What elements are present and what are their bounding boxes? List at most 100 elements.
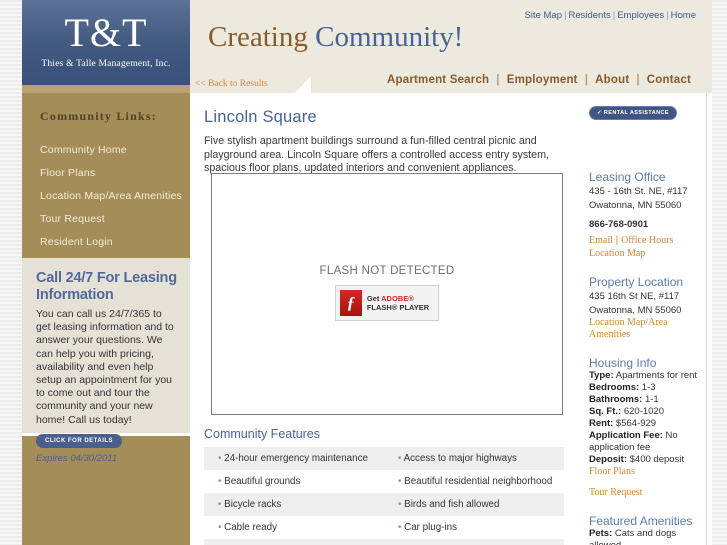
main-content: << Back to Results Lincoln Square Five s… [190,76,580,545]
page-root: T&T Thies & Talle Management, Inc. Site … [0,0,727,545]
housing-info-key: Bathrooms: [589,393,643,405]
sidebar-item-resident-login[interactable]: Resident Login [40,230,190,253]
feature-cell: Access to major highways [384,447,564,470]
housing-info-row: Bathrooms: 1-1 [589,394,708,406]
nav-item-employment[interactable]: Employment [500,74,585,86]
feature-cell: Friendly, on-site staff [384,539,564,545]
housing-info-value: $400 deposit [627,453,685,465]
logo-monogram: T&T [64,10,148,55]
leasing-office-address-line2: Owatonna, MN 55060 [589,200,682,211]
flash-media-placeholder: FLASH NOT DETECTED ƒ Get ADOBE® FLASH® P… [211,173,563,415]
flash-button-row: ƒ Get ADOBE® FLASH® PLAYER [339,290,429,316]
adobe-flash-icon: ƒ [339,290,362,316]
table-row: Cable ready Car plug-ins [204,516,564,539]
table-row: Beautiful grounds Beautiful residential … [204,470,564,493]
page-title: Lincoln Square [204,108,317,126]
community-features-heading: Community Features [204,427,321,441]
content-right-divider [706,93,707,545]
leasing-office-block: Leasing Office 435 - 16th St. NE, #117 O… [585,170,712,261]
table-row: Controlled access entry Friendly, on-sit… [204,539,564,545]
housing-info-row: Application Fee: No application fee [589,430,708,454]
table-row: Bicycle racks Birds and fish allowed [204,493,564,516]
housing-info-row: Rent: $564-929 [589,418,708,430]
floor-plans-link[interactable]: Floor Plans [589,466,708,479]
housing-info-heading: Housing Info [589,355,657,370]
back-to-results-tab[interactable]: << Back to Results [190,76,295,93]
amenity-row: Pets: Cats and dogs allowed [589,528,708,545]
housing-info-key: Bedrooms: [589,381,640,393]
housing-info-value: 1-1 [642,393,659,405]
housing-info-key: Application Fee: [589,429,663,441]
right-sidebar: ✓ RENTAL ASSISTANCE Leasing Office 435 -… [580,93,712,545]
office-hours-link[interactable]: Office Hours [621,235,673,246]
feature-cell: Cable ready [204,516,384,539]
link-separator: | [612,235,622,246]
click-for-details-button[interactable]: CLICK FOR DETAILS [36,433,123,448]
email-link[interactable]: Email [589,235,613,246]
housing-info-value: Apartments for rent [613,369,698,381]
sidebar-item-location-map-area-amenities[interactable]: Location Map/Area Amenities [40,184,190,207]
sidebar-item-tour-request[interactable]: Tour Request [40,207,190,230]
amenity-key: Pets: [589,527,613,539]
site-logo[interactable]: T&T Thies & Talle Management, Inc. [22,0,190,85]
promo-body: You can call us 24/7/365 to get leasing … [36,308,174,426]
leasing-office-heading: Leasing Office [589,170,666,184]
utility-nav: Site Map | Residents | Employees | Home [525,10,697,21]
flash-button-text: Get ADOBE® FLASH® PLAYER [367,294,429,313]
community-links-panel: Community Links: Community Home Floor Pl… [22,93,190,258]
flash-adobe-reg-mark: ® [408,293,414,303]
promo-expiry: Expires 04/30/2011 [36,452,118,464]
promo-heading: Call 24/7 For Leasing Information [36,270,177,303]
feature-cell: Controlled access entry [204,539,384,545]
housing-info-key: Deposit: [589,453,627,465]
featured-amenities-heading: Featured Amenities [589,513,693,528]
utility-link-site-map[interactable]: Site Map [525,10,563,21]
nav-item-contact[interactable]: Contact [640,74,698,86]
get-adobe-flash-player-button[interactable]: ƒ Get ADOBE® FLASH® PLAYER [334,285,440,321]
back-to-results-link[interactable]: << Back to Results [190,76,295,89]
community-features-body: 24-hour emergency maintenance Access to … [204,447,564,545]
tour-request-link[interactable]: Tour Request [589,487,708,500]
sidebar-item-floor-plans[interactable]: Floor Plans [40,161,190,184]
feature-cell: Bicycle racks [204,493,384,516]
feature-cell: Car plug-ins [384,516,564,539]
site-tagline: Creating Community! [208,21,463,54]
property-address-line1: 435 16th St NE, #117 [589,290,680,302]
status-badge: ✓ RENTAL ASSISTANCE [589,106,677,120]
sidebar-item-community-home[interactable]: Community Home [40,138,190,161]
utility-link-employees[interactable]: Employees [617,10,664,21]
housing-info-row: Deposit: $400 deposit [589,454,708,466]
housing-info-row: Type: Apartments for rent [589,370,708,382]
property-location-block: Property Location 435 16th St NE, #117 O… [585,275,712,342]
community-links-list: Community Home Floor Plans Location Map/… [22,124,190,253]
tagline-word-creating: Creating [208,21,316,53]
feature-cell: Beautiful residential neighborhood [384,470,564,493]
tagline-word-community: Community! [315,21,464,53]
nav-item-about[interactable]: About [588,74,636,86]
left-sidebar: Community Links: Community Home Floor Pl… [22,93,190,545]
flash-get-word: Get [366,293,382,303]
location-map-area-amenities-link[interactable]: Location Map/Area Amenities [589,317,708,342]
property-description: Five stylish apartment buildings surroun… [204,135,549,174]
feature-cell: Birds and fish allowed [384,493,564,516]
primary-nav: Apartment Search | Employment | About | Contac… [380,74,698,86]
community-features-table: 24-hour emergency maintenance Access to … [204,447,564,545]
housing-info-key: Rent: [589,417,614,429]
feature-cell: 24-hour emergency maintenance [204,447,384,470]
flash-button-line2: FLASH® PLAYER [366,303,430,312]
tab-slant-decoration [295,76,311,93]
leasing-promo-panel: Call 24/7 For Leasing Information You ca… [22,258,190,464]
housing-info-key: Sq. Ft.: [589,405,622,417]
location-map-link[interactable]: Location Map [589,248,708,261]
housing-info-row: Sq. Ft.: 620-1020 [589,406,708,418]
utility-link-residents[interactable]: Residents [568,10,610,21]
nav-item-apartment-search[interactable]: Apartment Search [380,74,496,86]
housing-info-value: $564-929 [613,417,657,429]
logo-company-name: Thies & Talle Management, Inc. [41,59,171,69]
featured-amenities-block: Featured Amenities Pets: Cats and dogs a… [585,514,712,545]
utility-link-home[interactable]: Home [671,10,696,21]
logo-underbar [22,85,190,93]
flash-button-line1: Get ADOBE® [367,294,429,304]
housing-info-key: Type: [589,369,614,381]
